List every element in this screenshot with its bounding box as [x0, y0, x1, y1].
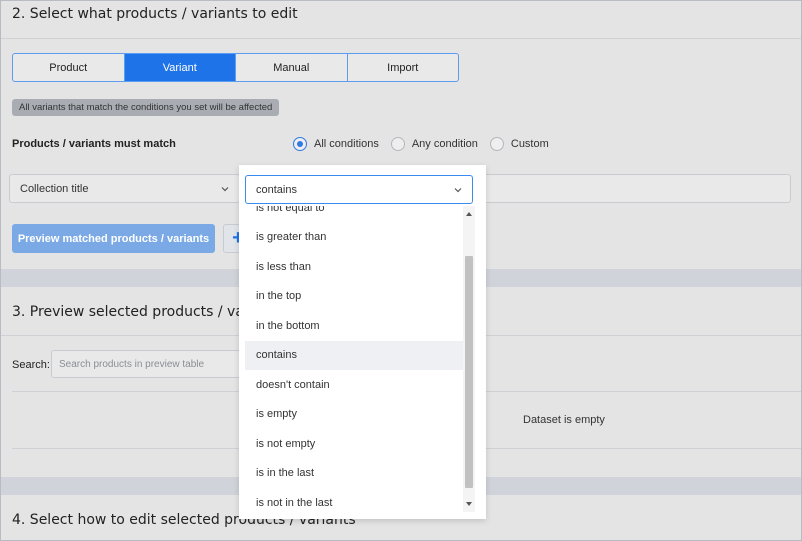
radio-button-checked[interactable]	[293, 137, 307, 151]
option-is-not-equal-to[interactable]: is not equal to	[245, 206, 463, 223]
option-is-in-the-last[interactable]: is in the last	[245, 459, 463, 489]
scroll-down-arrow-icon[interactable]	[466, 502, 472, 506]
option-is-less-than[interactable]: is less than	[245, 252, 463, 282]
empty-dataset-text: Dataset is empty	[523, 414, 605, 426]
tab-product[interactable]: Product	[13, 54, 125, 81]
option-is-empty[interactable]: is empty	[245, 400, 463, 430]
condition-field-value: Collection title	[20, 182, 89, 195]
radio-button[interactable]	[390, 137, 405, 151]
option-is-not-empty[interactable]: is not empty	[245, 429, 463, 459]
condition-field-select[interactable]: Collection title	[9, 174, 240, 203]
tab-variant[interactable]: Variant	[124, 54, 236, 81]
option-in-the-bottom[interactable]: in the bottom	[245, 311, 463, 341]
option-is-greater-than[interactable]: is greater than	[245, 223, 463, 253]
radio-label: Any condition	[411, 138, 478, 150]
operator-select-value: contains	[256, 183, 297, 196]
operator-options: is not equal to is greater than is less …	[245, 206, 463, 512]
option-contains[interactable]: contains	[245, 340, 463, 370]
operator-dropdown: contains is not equal to is greater than…	[239, 165, 486, 519]
radio-label: Custom	[510, 138, 549, 150]
radio-label: All conditions	[314, 138, 379, 150]
radio-custom[interactable]: Custom	[489, 137, 549, 151]
chevron-down-icon	[221, 187, 229, 192]
tab-manual[interactable]: Manual	[236, 54, 348, 81]
search-input[interactable]	[51, 350, 251, 378]
option-doesnt-contain[interactable]: doesn't contain	[245, 370, 463, 400]
condition-value-input[interactable]	[481, 174, 791, 203]
section-2-title: 2. Select what products / variants to ed…	[12, 6, 298, 22]
dropdown-scrollbar[interactable]	[463, 206, 475, 512]
app-frame: 2. Select what products / variants to ed…	[0, 0, 802, 541]
radio-any-condition[interactable]: Any condition	[390, 137, 478, 151]
option-is-not-in-the-last[interactable]: is not in the last	[245, 488, 463, 512]
option-in-the-top[interactable]: in the top	[245, 282, 463, 312]
mode-tabs: Product Variant Manual Import	[12, 53, 459, 82]
operator-select[interactable]: contains	[245, 175, 473, 204]
chevron-down-icon	[454, 188, 462, 193]
operator-options-list[interactable]: is not equal to is greater than is less …	[245, 206, 481, 512]
info-badge: All variants that match the conditions y…	[12, 99, 280, 116]
radio-button[interactable]	[489, 137, 504, 151]
tab-import[interactable]: Import	[348, 54, 459, 81]
preview-matched-button[interactable]: Preview matched products / variants	[12, 224, 215, 253]
scroll-up-arrow-icon[interactable]	[466, 212, 472, 216]
search-label: Search:	[12, 359, 50, 371]
divider	[1, 38, 801, 39]
match-label: Products / variants must match	[12, 138, 176, 150]
scrollbar-thumb[interactable]	[465, 256, 473, 488]
match-mode-radios: All conditions Any condition Custom	[293, 137, 561, 151]
radio-all-conditions[interactable]: All conditions	[293, 137, 379, 151]
